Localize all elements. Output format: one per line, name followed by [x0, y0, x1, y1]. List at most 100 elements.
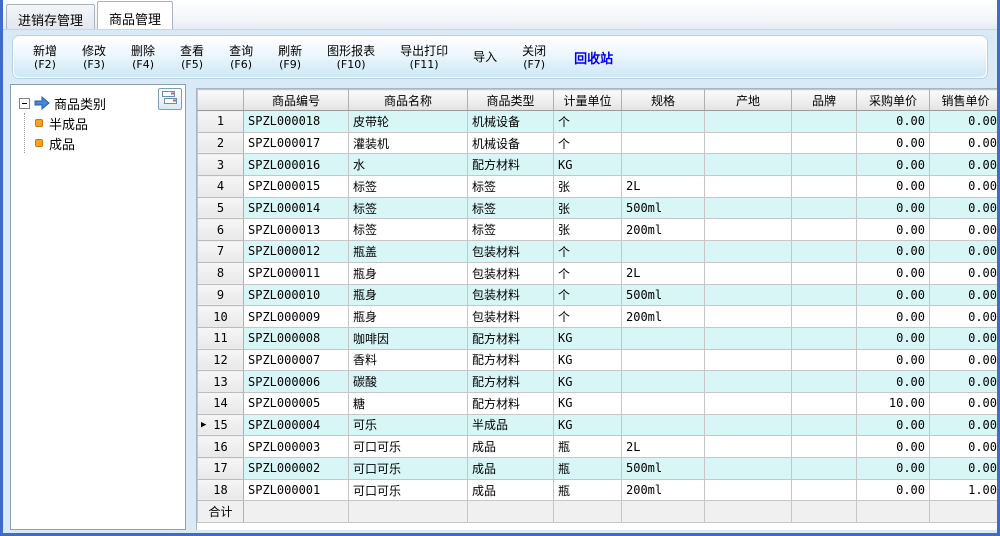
column-header-4[interactable]: 计量单位	[554, 90, 622, 111]
cell-spec[interactable]	[622, 371, 705, 393]
column-header-0[interactable]	[198, 90, 244, 111]
table-row[interactable]: 7SPZL000012瓶盖包装材料个0.000.00	[198, 241, 998, 263]
cell-unit[interactable]: 个	[554, 262, 622, 284]
cell-brand[interactable]	[792, 436, 857, 458]
cell-spec[interactable]	[622, 327, 705, 349]
table-row[interactable]: 14SPZL000005糖配方材料KG10.000.00	[198, 392, 998, 414]
cell-sale[interactable]: 0.00	[930, 371, 998, 393]
cell-origin[interactable]	[705, 132, 792, 154]
cell-purchase[interactable]: 0.00	[857, 176, 930, 198]
cell-purchase[interactable]: 0.00	[857, 262, 930, 284]
cell-unit[interactable]: 个	[554, 111, 622, 133]
cell-unit[interactable]: 个	[554, 132, 622, 154]
cell-purchase[interactable]: 0.00	[857, 436, 930, 458]
cell-name[interactable]: 香料	[349, 349, 468, 371]
cell-type[interactable]: 配方材料	[468, 371, 554, 393]
cell-code[interactable]: SPZL000002	[244, 458, 349, 480]
cell-name[interactable]: 糖	[349, 392, 468, 414]
cell-brand[interactable]	[792, 219, 857, 241]
cell-origin[interactable]	[705, 371, 792, 393]
table-row[interactable]: 13SPZL000006碳酸配方材料KG0.000.00	[198, 371, 998, 393]
cell-name[interactable]: 标签	[349, 176, 468, 198]
cell-brand[interactable]	[792, 154, 857, 176]
cell-purchase[interactable]: 0.00	[857, 132, 930, 154]
column-header-1[interactable]: 商品编号	[244, 90, 349, 111]
collapse-icon[interactable]	[19, 98, 30, 109]
cell-purchase[interactable]: 10.00	[857, 392, 930, 414]
cell-origin[interactable]	[705, 436, 792, 458]
cell-unit[interactable]: 张	[554, 219, 622, 241]
row-number-cell[interactable]: ▶15	[198, 414, 244, 436]
cell-code[interactable]: SPZL000010	[244, 284, 349, 306]
cell-purchase[interactable]: 0.00	[857, 219, 930, 241]
cell-spec[interactable]	[622, 241, 705, 263]
column-header-7[interactable]: 品牌	[792, 90, 857, 111]
cell-code[interactable]: SPZL000012	[244, 241, 349, 263]
cell-code[interactable]: SPZL000015	[244, 176, 349, 198]
cell-sale[interactable]: 0.00	[930, 349, 998, 371]
cell-name[interactable]: 瓶身	[349, 306, 468, 328]
cell-brand[interactable]	[792, 479, 857, 501]
cell-sale[interactable]: 0.00	[930, 241, 998, 263]
cell-brand[interactable]	[792, 349, 857, 371]
cell-brand[interactable]	[792, 327, 857, 349]
cell-type[interactable]: 成品	[468, 436, 554, 458]
recycle-bin-button[interactable]: 回收站	[574, 48, 613, 67]
cell-unit[interactable]: 个	[554, 306, 622, 328]
cell-name[interactable]: 瓶盖	[349, 241, 468, 263]
cell-type[interactable]: 半成品	[468, 414, 554, 436]
cell-purchase[interactable]: 0.00	[857, 327, 930, 349]
cell-name[interactable]: 瓶身	[349, 262, 468, 284]
cell-brand[interactable]	[792, 392, 857, 414]
cell-brand[interactable]	[792, 111, 857, 133]
row-number-cell[interactable]: 18	[198, 479, 244, 501]
column-header-9[interactable]: 销售单价	[930, 90, 998, 111]
cell-code[interactable]: SPZL000013	[244, 219, 349, 241]
cell-unit[interactable]: KG	[554, 154, 622, 176]
toolbar-button-f7[interactable]: 关闭(F7)	[513, 41, 555, 74]
cell-origin[interactable]	[705, 414, 792, 436]
cell-name[interactable]: 咖啡因	[349, 327, 468, 349]
column-header-3[interactable]: 商品类型	[468, 90, 554, 111]
cell-unit[interactable]: KG	[554, 349, 622, 371]
cell-code[interactable]: SPZL000018	[244, 111, 349, 133]
tree-node-1[interactable]: 成品	[35, 133, 185, 153]
cell-sale[interactable]: 0.00	[930, 327, 998, 349]
cell-brand[interactable]	[792, 132, 857, 154]
cell-code[interactable]: SPZL000003	[244, 436, 349, 458]
cell-sale[interactable]: 0.00	[930, 132, 998, 154]
cell-code[interactable]: SPZL000008	[244, 327, 349, 349]
cell-brand[interactable]	[792, 197, 857, 219]
cell-code[interactable]: SPZL000009	[244, 306, 349, 328]
cell-type[interactable]: 机械设备	[468, 132, 554, 154]
cell-sale[interactable]: 0.00	[930, 219, 998, 241]
cell-name[interactable]: 灌装机	[349, 132, 468, 154]
cell-origin[interactable]	[705, 241, 792, 263]
table-row[interactable]: 10SPZL000009瓶身包装材料个200ml0.000.00	[198, 306, 998, 328]
cell-type[interactable]: 成品	[468, 479, 554, 501]
cell-purchase[interactable]: 0.00	[857, 284, 930, 306]
cell-name[interactable]: 标签	[349, 219, 468, 241]
cell-unit[interactable]: KG	[554, 371, 622, 393]
row-number-cell[interactable]: 17	[198, 458, 244, 480]
cell-spec[interactable]	[622, 349, 705, 371]
cell-unit[interactable]: KG	[554, 392, 622, 414]
row-number-cell[interactable]: 9	[198, 284, 244, 306]
toolbar-button-f6[interactable]: 查询(F6)	[220, 41, 262, 74]
cell-name[interactable]: 可口可乐	[349, 436, 468, 458]
cell-type[interactable]: 成品	[468, 458, 554, 480]
cell-code[interactable]: SPZL000016	[244, 154, 349, 176]
cell-brand[interactable]	[792, 414, 857, 436]
table-row[interactable]: 2SPZL000017灌装机机械设备个0.000.00	[198, 132, 998, 154]
cell-origin[interactable]	[705, 306, 792, 328]
cell-origin[interactable]	[705, 349, 792, 371]
cell-spec[interactable]	[622, 132, 705, 154]
cell-unit[interactable]: 瓶	[554, 436, 622, 458]
table-row[interactable]: ▶15SPZL000004可乐半成品KG0.000.00	[198, 414, 998, 436]
cell-unit[interactable]: KG	[554, 414, 622, 436]
cell-type[interactable]: 配方材料	[468, 154, 554, 176]
cell-sale[interactable]: 0.00	[930, 414, 998, 436]
cell-purchase[interactable]: 0.00	[857, 241, 930, 263]
cell-name[interactable]: 可口可乐	[349, 479, 468, 501]
tab-purchase-sale-inventory[interactable]: 进销存管理	[6, 4, 95, 29]
